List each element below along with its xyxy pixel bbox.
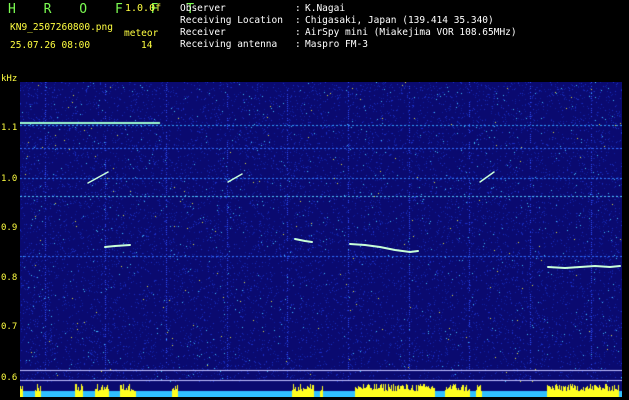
meteor-count: 14: [141, 40, 153, 51]
y-tick-label: 1.1: [1, 123, 18, 133]
observation-metadata: Observer: K.Nagai Receiving Location: Chig…: [180, 3, 517, 51]
meteor-trace: [227, 173, 243, 183]
y-tick-label: 0.9: [1, 223, 18, 233]
meteor-trace: [294, 238, 313, 243]
meta-antenna: Receiving antenna: Maspro FM-3: [180, 39, 368, 50]
version-label: 1.0.0f: [125, 3, 162, 14]
meteor-trace: [547, 264, 621, 270]
meteor-trace: [104, 244, 131, 248]
meteor-trace: [479, 171, 495, 183]
meta-observer: Observer: K.Nagai: [180, 3, 346, 14]
spectrogram-overlay: [87, 171, 621, 270]
meta-location: Receiving Location: Chigasaki, Japan (139…: [180, 15, 494, 26]
y-tick-label: 1.0: [1, 174, 18, 184]
y-axis-unit: kHz: [1, 74, 18, 84]
datetime-label: 25.07.26 08:00: [10, 40, 91, 51]
meta-receiver: Receiver: AirSpy mini (Miakejima VOR 108.…: [180, 27, 517, 38]
spectrogram: [20, 82, 622, 397]
meteor-trace: [87, 171, 109, 184]
meteor-trace: [349, 243, 419, 254]
meteor-label: meteor: [124, 28, 159, 39]
filename-label: KN9_2507260800.png: [10, 22, 113, 33]
app-title: H R O F F T: [8, 2, 205, 17]
y-tick-label: 0.7: [1, 322, 18, 332]
y-tick-label: 0.8: [1, 273, 18, 283]
y-tick-label: 0.6: [1, 373, 18, 383]
